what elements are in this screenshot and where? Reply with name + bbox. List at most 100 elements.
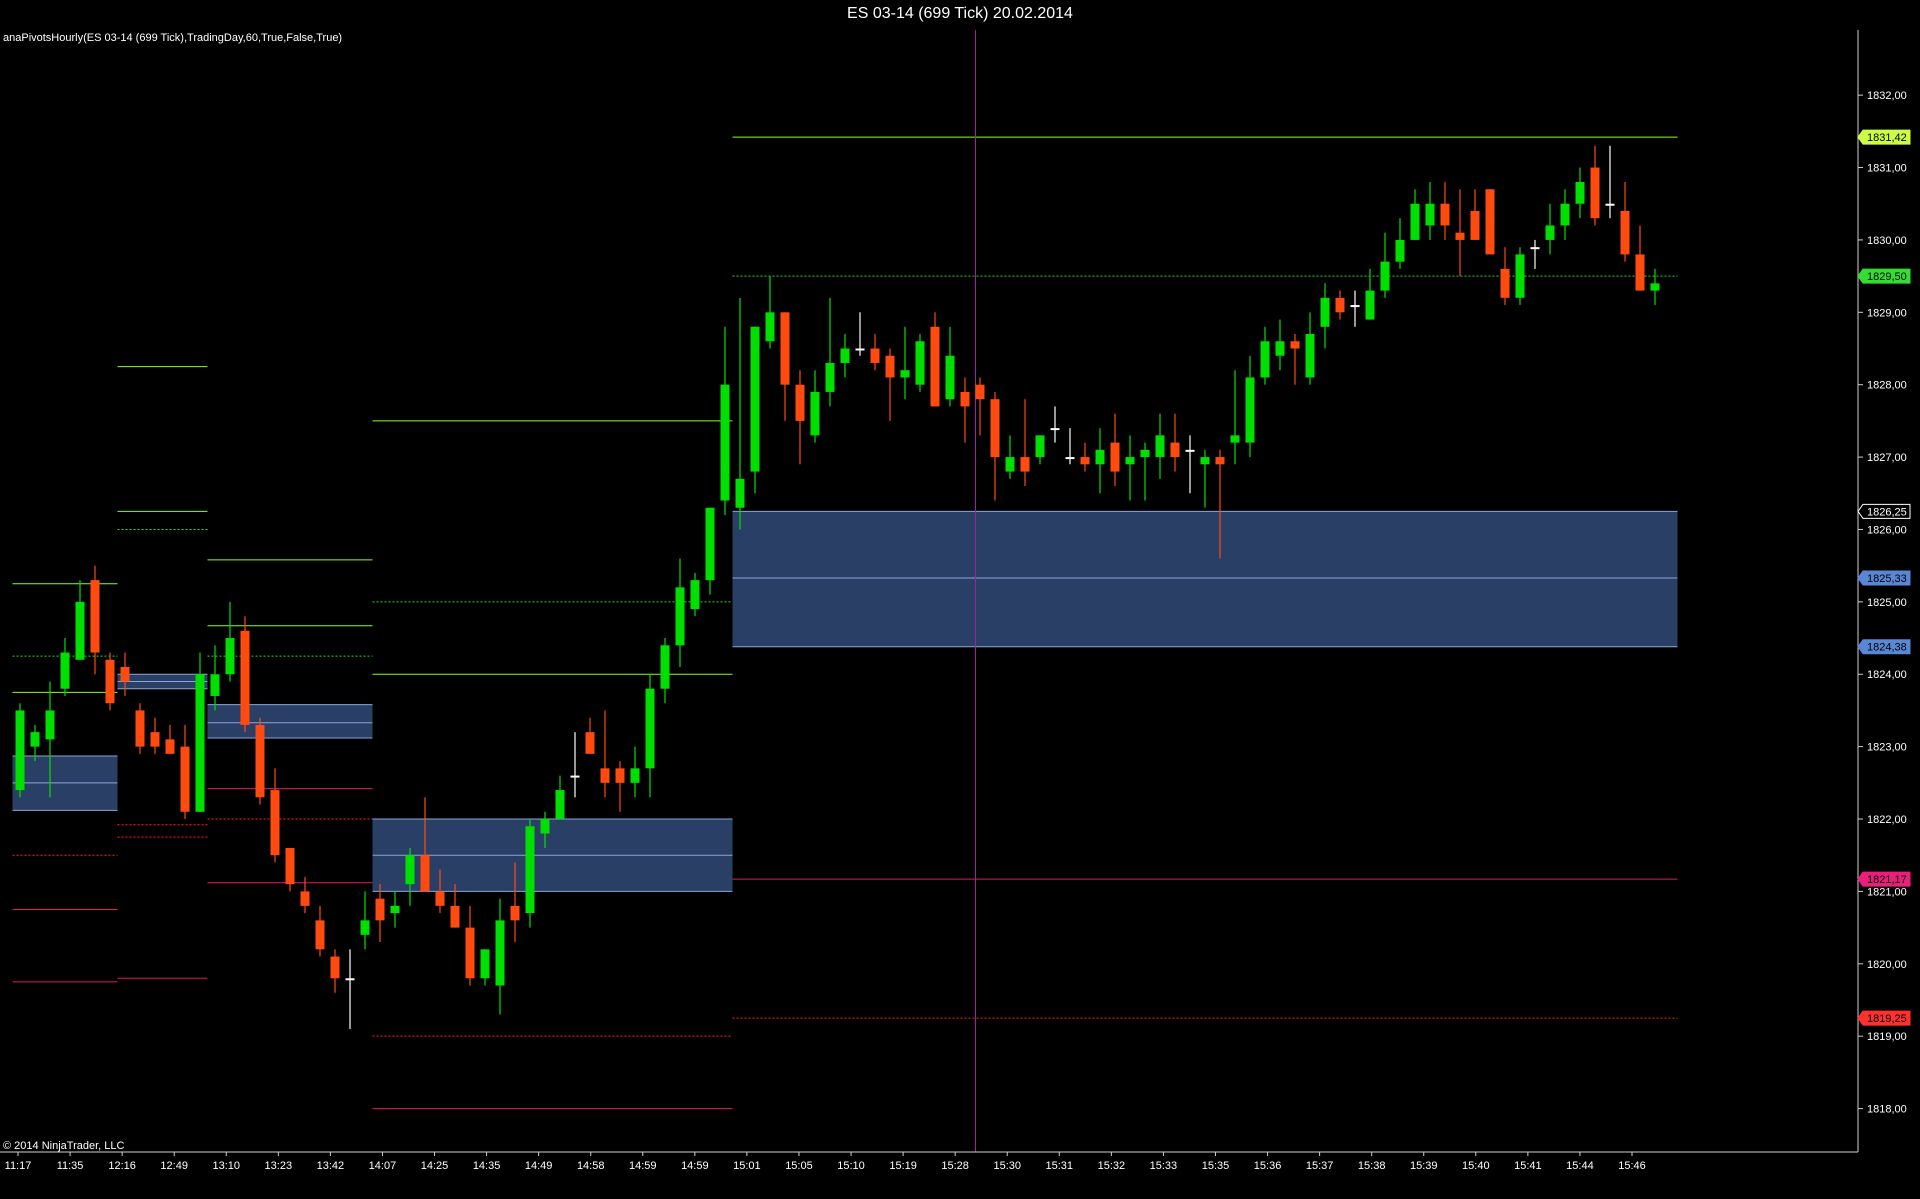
candle-body (615, 768, 625, 783)
y-tick-label: 1832,00 (1867, 90, 1907, 102)
x-tick-label: 15:40 (1462, 1160, 1490, 1172)
x-tick-label: 15:44 (1566, 1160, 1594, 1172)
candle-body (75, 601, 85, 660)
x-tick-label: 15:32 (1098, 1160, 1126, 1172)
candle-body (210, 674, 220, 696)
candle-body (195, 674, 205, 812)
candle-body (1455, 232, 1465, 240)
x-tick-label: 15:38 (1358, 1160, 1386, 1172)
candle-body (1605, 203, 1615, 206)
candle-body (1470, 210, 1480, 240)
x-tick-label: 14:35 (473, 1160, 501, 1172)
candle-body (675, 587, 685, 646)
candle-body (555, 790, 565, 820)
candle-body (150, 732, 160, 747)
x-tick-label: 15:36 (1254, 1160, 1282, 1172)
candle-body (240, 630, 250, 725)
y-tick-label: 1824,00 (1867, 669, 1907, 681)
candle-body (1110, 442, 1120, 472)
price-marker: 1826,25 (1857, 503, 1911, 519)
candle-body (1080, 457, 1090, 465)
candle-body (1185, 449, 1195, 452)
y-tick-label: 1821,00 (1867, 886, 1907, 898)
price-marker-label: 1826,25 (1867, 506, 1907, 518)
candle-body (570, 775, 580, 778)
candle-body (285, 847, 295, 885)
candle-body (405, 855, 415, 885)
x-tick-label: 15:10 (837, 1160, 865, 1172)
price-marker: 1829,50 (1857, 268, 1911, 284)
price-marker-label: 1821,17 (1867, 874, 1907, 886)
candle-body (1620, 210, 1630, 255)
x-tick-label: 15:30 (993, 1160, 1021, 1172)
x-tick-label: 14:58 (577, 1160, 605, 1172)
candle-body (1560, 203, 1570, 226)
candle-body (135, 710, 145, 747)
y-tick-label: 1819,00 (1867, 1031, 1907, 1043)
candle-body (1140, 449, 1150, 458)
candle-body (705, 507, 715, 581)
candle-body (1005, 457, 1015, 472)
candle-body (1515, 254, 1525, 298)
candle-body (105, 659, 115, 704)
candle-body (1485, 189, 1495, 255)
price-marker: 1819,25 (1857, 1010, 1911, 1026)
candle-body (60, 652, 70, 689)
candle-body (645, 688, 655, 769)
price-marker-label: 1825,33 (1867, 573, 1907, 585)
candle-body (525, 826, 535, 914)
candle-body (1275, 341, 1285, 356)
y-tick-label: 1820,00 (1867, 959, 1907, 971)
candle-body (795, 384, 805, 421)
candlestick-chart[interactable]: 1818,00 1819,00 1820,00 1821,00 1822,00 1823,… (0, 0, 1920, 1199)
candle-body (510, 905, 520, 921)
y-tick-label: 1829,00 (1867, 307, 1907, 319)
candle-body (180, 746, 190, 812)
x-tick-label: 13:42 (317, 1160, 345, 1172)
candle-body (825, 362, 835, 392)
candle-body (540, 819, 550, 834)
y-tick-label: 1818,00 (1867, 1104, 1907, 1116)
candle-body (345, 978, 355, 981)
x-tick-label: 13:10 (212, 1160, 240, 1172)
candle-body (1260, 341, 1270, 378)
candle-body (1155, 435, 1165, 458)
pivot-zone-band (732, 511, 1678, 647)
candle-body (585, 732, 595, 754)
x-tick-label: 14:07 (369, 1160, 397, 1172)
candle-body (390, 905, 400, 914)
y-tick-label: 1823,00 (1867, 742, 1907, 754)
candle-body (165, 739, 175, 754)
candle-body (660, 645, 670, 689)
candle-body (780, 312, 790, 385)
candle-body (360, 920, 370, 935)
candle-body (1590, 167, 1600, 219)
y-tick-label: 1827,00 (1867, 452, 1907, 464)
price-marker-label: 1829,50 (1867, 271, 1907, 283)
candle-body (255, 724, 265, 798)
candle-body (915, 341, 925, 385)
x-tick-label: 15:01 (733, 1160, 761, 1172)
candle-body (1200, 457, 1210, 465)
candle-body (1020, 457, 1030, 472)
candle-body (1410, 203, 1420, 240)
price-marker-label: 1831,42 (1867, 132, 1907, 144)
x-tick-label: 12:49 (160, 1160, 188, 1172)
candle-body (465, 927, 475, 979)
candle-body (1530, 247, 1540, 250)
price-marker-label: 1824,38 (1867, 642, 1907, 654)
candle-body (840, 348, 850, 363)
candle-body (270, 790, 280, 856)
candle-body (990, 399, 1000, 458)
price-marker-label: 1819,25 (1867, 1013, 1907, 1025)
candle-body (765, 312, 775, 342)
candle-body (15, 710, 25, 791)
candle-body (480, 949, 490, 979)
candle-body (1095, 449, 1105, 465)
x-tick-label: 15:19 (889, 1160, 917, 1172)
x-tick-label: 14:25 (421, 1160, 449, 1172)
candle-body (885, 355, 895, 378)
candle-body (870, 348, 880, 363)
candle-body (375, 898, 385, 921)
y-tick-label: 1828,00 (1867, 380, 1907, 392)
